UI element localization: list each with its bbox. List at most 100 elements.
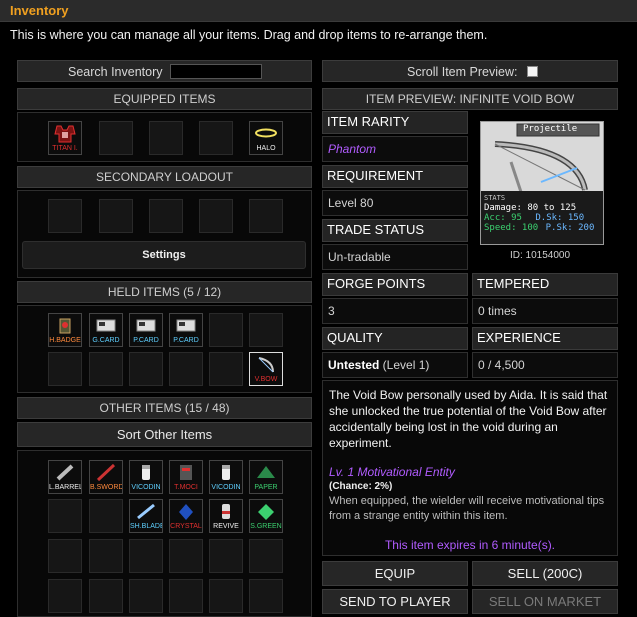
item-id: ID: 10154000 — [510, 250, 571, 261]
item-label: PAPER — [254, 484, 278, 491]
search-input[interactable] — [170, 64, 262, 79]
inventory-item[interactable]: SH.BLADE — [129, 499, 163, 533]
equip-button[interactable]: EQUIP — [322, 561, 468, 586]
item-label: CRYSTAL — [170, 523, 202, 530]
quality-value: Untested (Level 1) — [322, 352, 468, 378]
send-to-player-button[interactable]: SEND TO PLAYER — [322, 589, 468, 614]
empty-slot[interactable] — [209, 313, 243, 347]
empty-slot[interactable] — [249, 539, 283, 573]
empty-slot[interactable] — [99, 199, 133, 233]
other-items-panel: L.BARREL B.SWORD VICODIN T.MOCI VICODIN … — [17, 450, 312, 617]
empty-slot[interactable] — [249, 313, 283, 347]
inventory-item[interactable]: CRYSTAL — [169, 499, 203, 533]
item-label: VICODIN — [131, 484, 161, 491]
entity-description: When equipped, the wielder will receive … — [329, 495, 605, 522]
inventory-item[interactable]: S.GREEN — [249, 499, 283, 533]
empty-slot[interactable] — [249, 579, 283, 613]
inventory-item[interactable]: VICODIN — [209, 460, 243, 494]
stats-title: STATS — [484, 194, 506, 202]
inventory-item[interactable]: P.CARD — [129, 313, 163, 347]
halo-icon — [255, 128, 277, 138]
stat-dsk: D.Sk: 150 — [535, 213, 585, 223]
empty-slot[interactable] — [48, 352, 82, 386]
empty-slot[interactable] — [89, 352, 123, 386]
titan-icon — [54, 125, 76, 143]
stat-speed: Speed: 100 — [484, 223, 539, 233]
inventory-item[interactable]: L.BARREL — [48, 460, 82, 494]
item-label: B.SWORD — [90, 484, 123, 491]
empty-slot[interactable] — [129, 579, 163, 613]
empty-slot[interactable] — [209, 539, 243, 573]
inventory-item[interactable]: T.MOCI — [169, 460, 203, 494]
barrel-icon — [56, 464, 74, 481]
empty-slot[interactable] — [149, 121, 183, 155]
empty-slot[interactable] — [89, 539, 123, 573]
stat-psk: P.Sk: 200 — [545, 223, 595, 233]
potion-icon — [180, 465, 192, 480]
window-title: Inventory — [10, 3, 69, 18]
sort-other-items-button[interactable]: Sort Other Items — [17, 422, 312, 447]
item-label: P.CARD — [133, 337, 159, 344]
empty-slot[interactable] — [48, 199, 82, 233]
scroll-preview-checkbox[interactable] — [527, 66, 538, 77]
item-description: The Void Bow personally used by Aida. It… — [329, 388, 608, 450]
inventory-item[interactable]: HALO — [249, 121, 283, 155]
empty-slot[interactable] — [199, 121, 233, 155]
inventory-item[interactable]: B.SWORD — [89, 460, 123, 494]
pill-icon — [142, 465, 150, 480]
empty-slot[interactable] — [48, 539, 82, 573]
requirement-label: REQUIREMENT — [322, 165, 468, 188]
item-label: REVIVE — [213, 523, 239, 530]
empty-slot[interactable] — [89, 499, 123, 533]
tempered-label: TEMPERED — [472, 273, 618, 296]
equipped-items-header: EQUIPPED ITEMS — [17, 88, 312, 110]
inventory-item[interactable]: G.CARD — [89, 313, 123, 347]
empty-slot[interactable] — [169, 539, 203, 573]
sell-button[interactable]: SELL (200C) — [472, 561, 618, 586]
inventory-item[interactable]: REVIVE — [209, 499, 243, 533]
inventory-item[interactable]: H.BADGE — [48, 313, 82, 347]
empty-slot[interactable] — [48, 499, 82, 533]
settings-button[interactable]: Settings — [22, 241, 306, 269]
requirement-value: Level 80 — [322, 190, 468, 216]
empty-slot[interactable] — [89, 579, 123, 613]
empty-slot[interactable] — [209, 579, 243, 613]
quality-label: QUALITY — [322, 327, 468, 350]
hat-icon — [257, 466, 275, 478]
empty-slot[interactable] — [129, 539, 163, 573]
forge-points-value: 3 — [322, 298, 468, 324]
item-label: P.CARD — [173, 337, 199, 344]
empty-slot[interactable] — [149, 199, 183, 233]
empty-slot[interactable] — [169, 352, 203, 386]
preview-card-title: Projectile — [523, 124, 578, 134]
blade-icon — [137, 503, 155, 520]
card-icon — [136, 319, 156, 332]
inventory-item[interactable]: P.CARD — [169, 313, 203, 347]
window-titlebar: Inventory — [0, 0, 637, 22]
experience-value: 0 / 4,500 — [472, 352, 618, 378]
empty-slot[interactable] — [48, 579, 82, 613]
inventory-item[interactable]: PAPER — [249, 460, 283, 494]
scroll-preview-toggle: Scroll Item Preview: — [322, 60, 618, 82]
equipped-items-panel: TITAN I. HALO — [17, 112, 312, 162]
item-label: V.BOW — [254, 376, 278, 383]
crystal-icon — [179, 504, 193, 520]
inventory-item[interactable]: VICODIN — [129, 460, 163, 494]
inventory-item-selected[interactable]: V.BOW — [249, 352, 283, 386]
empty-slot[interactable] — [99, 121, 133, 155]
expiry-notice: This item expires in 6 minute(s). — [384, 538, 556, 552]
badge-icon — [59, 318, 71, 334]
empty-slot[interactable] — [249, 199, 283, 233]
inventory-description: This is where you can manage all your it… — [10, 28, 488, 42]
empty-slot[interactable] — [129, 352, 163, 386]
inventory-item[interactable]: TITAN I. — [48, 121, 82, 155]
item-rarity-value: Phantom — [322, 136, 468, 162]
experience-label: EXPERIENCE — [472, 327, 618, 350]
empty-slot[interactable] — [169, 579, 203, 613]
sell-on-market-button[interactable]: SELL ON MARKET — [472, 589, 618, 614]
empty-slot[interactable] — [199, 199, 233, 233]
sword-icon — [96, 463, 116, 482]
item-preview-header: ITEM PREVIEW: INFINITE VOID BOW — [322, 88, 618, 110]
empty-slot[interactable] — [209, 352, 243, 386]
item-preview-card: Projectile STATS Damage: 80 to 125 Acc: … — [480, 121, 604, 245]
